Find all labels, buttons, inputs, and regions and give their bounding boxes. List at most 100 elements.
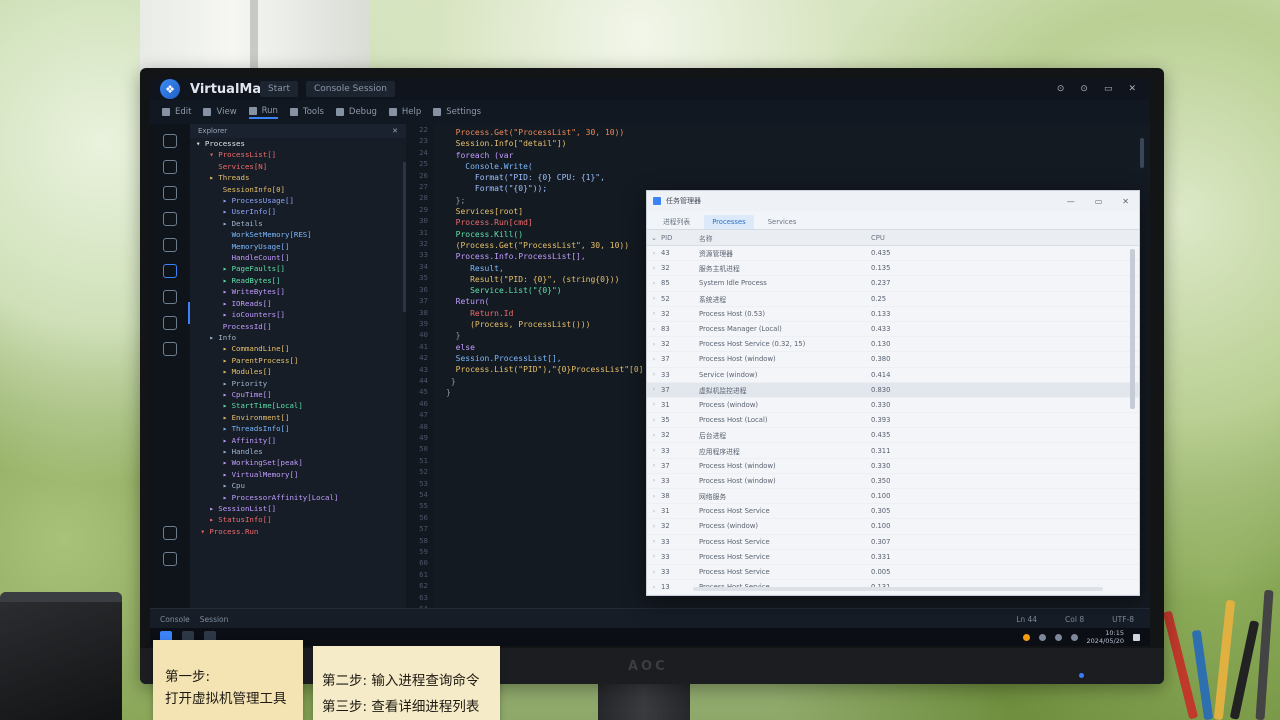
- code-line[interactable]: Return(: [446, 296, 643, 307]
- table-row[interactable]: › 37 Process Host (window) 0.330: [647, 459, 1139, 474]
- table-row[interactable]: › 85 System Idle Process 0.237: [647, 276, 1139, 292]
- show-desktop-icon[interactable]: [1133, 633, 1140, 641]
- chevron-right-icon[interactable]: ›: [647, 401, 661, 408]
- tree-item[interactable]: ▸ Priority: [190, 378, 406, 389]
- network-icon[interactable]: [1038, 633, 1046, 641]
- table-row[interactable]: › 32 Process (window) 0.100: [647, 519, 1139, 535]
- chevron-right-icon[interactable]: ›: [647, 310, 661, 317]
- code-line[interactable]: else: [446, 342, 643, 353]
- chevron-right-icon[interactable]: ›: [647, 538, 661, 545]
- table-row[interactable]: › 35 Process Host (Local) 0.393: [647, 413, 1139, 429]
- table-row[interactable]: › 52 系统进程 0.25: [647, 292, 1139, 307]
- table-row[interactable]: › 32 后台进程 0.435: [647, 428, 1139, 444]
- top-tab[interactable]: Start: [260, 81, 298, 97]
- dialog-vertical-scrollbar[interactable]: [1130, 249, 1135, 409]
- table-row[interactable]: › 32 Process Host (0.53) 0.133: [647, 307, 1139, 322]
- code-line[interactable]: Console.Write(: [446, 161, 643, 172]
- tree-item[interactable]: SessionInfo[0]: [190, 184, 406, 195]
- status-line[interactable]: Ln 44: [1016, 615, 1037, 624]
- toolbar-item[interactable]: Edit: [162, 107, 191, 117]
- tree-item[interactable]: ▸ ParentProcess[]: [190, 355, 406, 366]
- volume-icon[interactable]: [1054, 633, 1062, 641]
- tree-item[interactable]: ▸ WriteBytes[]: [190, 286, 406, 297]
- column-name[interactable]: 名称: [699, 233, 871, 243]
- account-icon[interactable]: ⊙: [1080, 84, 1088, 94]
- table-row[interactable]: › 32 服务主机进程 0.135: [647, 261, 1139, 277]
- table-row[interactable]: › 83 Process Manager (Local) 0.433: [647, 322, 1139, 338]
- code-line[interactable]: Process.Info.ProcessList[],: [446, 251, 643, 262]
- extensions-icon[interactable]: [163, 238, 177, 252]
- chevron-right-icon[interactable]: ›: [647, 477, 661, 484]
- tree-item[interactable]: HandleCount[]: [190, 252, 406, 263]
- account-icon[interactable]: [163, 526, 177, 540]
- editor-scrollbar[interactable]: [1140, 138, 1144, 168]
- code-line[interactable]: Return.Id: [446, 308, 643, 319]
- status-encoding[interactable]: UTF-8: [1112, 615, 1134, 624]
- tree-item[interactable]: ProcessId[]: [190, 321, 406, 332]
- virtual-machine-icon[interactable]: [163, 264, 177, 278]
- table-row[interactable]: › 31 Process Host Service 0.305: [647, 504, 1139, 520]
- chevron-right-icon[interactable]: ›: [647, 295, 661, 302]
- clock[interactable]: 10:15 2024/05/20: [1087, 629, 1124, 645]
- tree-item[interactable]: WorkSetMemory[RES]: [190, 229, 406, 240]
- tree-item[interactable]: ▸ PageFaults[]: [190, 263, 406, 274]
- tree-item[interactable]: ▾ ProcessList[]: [190, 149, 406, 160]
- code-line[interactable]: (Process.Get("ProcessList", 30, 10)): [446, 240, 643, 251]
- tree-item[interactable]: ▸ Handles: [190, 446, 406, 457]
- chevron-right-icon[interactable]: ›: [647, 326, 661, 333]
- tree-item[interactable]: ▸ Environment[]: [190, 412, 406, 423]
- tree-item[interactable]: ▸ Modules[]: [190, 366, 406, 377]
- tree-item[interactable]: ▸ Info: [190, 332, 406, 343]
- chevron-right-icon[interactable]: ›: [647, 553, 661, 560]
- code-area[interactable]: Process.Get("ProcessList", 30, 10)) Sess…: [446, 127, 643, 398]
- notification-icon[interactable]: ⊙: [1057, 84, 1065, 94]
- tree-item[interactable]: ▸ SessionList[]: [190, 503, 406, 514]
- tree-item[interactable]: ▸ ReadBytes[]: [190, 275, 406, 286]
- code-line[interactable]: Session.Info["detail"]): [446, 138, 643, 149]
- tree-item[interactable]: ▸ Cpu: [190, 480, 406, 491]
- code-line[interactable]: Session.ProcessList[],: [446, 353, 643, 364]
- tree-item[interactable]: Services[N]: [190, 161, 406, 172]
- chevron-right-icon[interactable]: ›: [647, 493, 661, 500]
- chevron-right-icon[interactable]: ›: [647, 386, 661, 393]
- status-item[interactable]: Console: [160, 615, 190, 624]
- table-row[interactable]: › 33 Service (window) 0.414: [647, 368, 1139, 383]
- expand-all-icon[interactable]: ⌄: [647, 234, 661, 242]
- explorer-icon[interactable]: [163, 134, 177, 148]
- dialog-horizontal-scrollbar[interactable]: [693, 587, 1103, 591]
- table-row[interactable]: › 33 Process Host Service 0.331: [647, 550, 1139, 565]
- database-icon[interactable]: [163, 316, 177, 330]
- close-icon[interactable]: ✕: [1128, 84, 1136, 94]
- table-row[interactable]: › 33 Process Host (window) 0.350: [647, 474, 1139, 489]
- chevron-right-icon[interactable]: ›: [647, 250, 661, 257]
- chevron-right-icon[interactable]: ›: [647, 462, 661, 469]
- dialog-tab[interactable]: Services: [760, 215, 805, 229]
- code-line[interactable]: Process.Kill(): [446, 229, 643, 240]
- table-row[interactable]: › 43 资源管理器 0.435: [647, 246, 1139, 262]
- gear-icon[interactable]: [163, 552, 177, 566]
- toolbar-item[interactable]: Run: [248, 106, 278, 119]
- table-row[interactable]: › 38 网络服务 0.100: [647, 489, 1139, 505]
- toolbar-item[interactable]: Tools: [289, 107, 324, 117]
- top-tab[interactable]: Console Session: [306, 81, 395, 97]
- tree-item[interactable]: ▸ UserInfo[]: [190, 206, 406, 217]
- code-line[interactable]: }: [446, 330, 643, 341]
- table-row[interactable]: › 33 Process Host Service 0.307: [647, 535, 1139, 550]
- code-line[interactable]: };: [446, 195, 643, 206]
- code-line[interactable]: Result,: [446, 263, 643, 274]
- chevron-right-icon[interactable]: ›: [647, 569, 661, 576]
- chevron-right-icon[interactable]: ›: [647, 371, 661, 378]
- tree-item[interactable]: ▸ StatusInfo[]: [190, 514, 406, 525]
- chevron-right-icon[interactable]: ›: [647, 447, 661, 454]
- network-icon[interactable]: [163, 342, 177, 356]
- tree-item[interactable]: ▸ VirtualMemory[]: [190, 469, 406, 480]
- toolbar-item[interactable]: View: [203, 107, 237, 117]
- tree-item[interactable]: ▸ WorkingSet[peak]: [190, 457, 406, 468]
- table-row[interactable]: › 33 应用程序进程 0.311: [647, 443, 1139, 459]
- chevron-right-icon[interactable]: ›: [647, 265, 661, 272]
- search-icon[interactable]: [163, 160, 177, 174]
- code-line[interactable]: }: [446, 387, 643, 398]
- chevron-right-icon[interactable]: ›: [647, 417, 661, 424]
- code-line[interactable]: Process.List("PID"),"{0}ProcessList"[0]: [446, 364, 644, 375]
- tree-item[interactable]: ▾ Process.Run: [190, 526, 406, 537]
